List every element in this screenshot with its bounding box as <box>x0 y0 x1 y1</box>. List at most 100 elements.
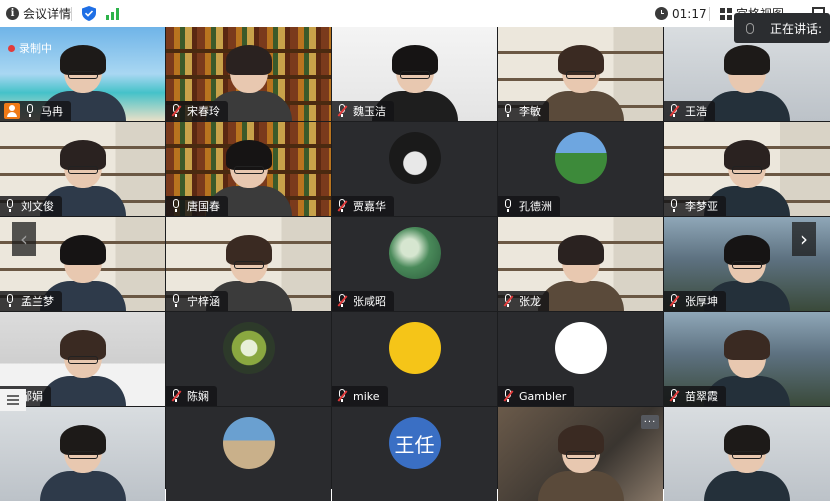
previous-page-button[interactable]: ‹ <box>12 222 36 256</box>
meeting-info-button[interactable]: i 会议详情 <box>6 0 71 27</box>
next-page-button[interactable]: › <box>792 222 816 256</box>
participant-avatar <box>554 132 607 184</box>
participant-tile[interactable] <box>664 407 830 501</box>
microphone-muted-icon <box>170 389 182 403</box>
speaking-label: 正在讲话: <box>770 21 823 36</box>
participant-video <box>39 425 126 501</box>
clock-icon <box>655 7 668 20</box>
more-icon: ··· <box>643 416 657 428</box>
participant-name-tag: Gambler <box>498 386 575 406</box>
recording-badge: 录制中 <box>8 40 52 56</box>
participant-tile[interactable]: 李梦亚 <box>664 122 830 216</box>
participant-tile[interactable]: 贾嘉华 <box>332 122 497 216</box>
security-button[interactable] <box>82 0 96 27</box>
participant-tile[interactable]: 魏玉洁 <box>332 27 497 121</box>
participant-name: 宁梓涵 <box>187 295 220 308</box>
microphone-icon <box>746 22 754 34</box>
participant-name-tag: 贾嘉华 <box>332 196 394 216</box>
participant-name: 孔德洲 <box>519 200 552 213</box>
participant-name: 马冉 <box>41 105 63 118</box>
video-grid: 录制中 马冉 宋春玲 魏玉洁 李敏 王浩 刘文俊 唐国春 贾嘉华 孔德洲 李梦亚 孟兰梦 宁梓涵 张咸昭张… <box>0 27 830 501</box>
microphone-icon <box>502 104 514 118</box>
microphone-icon <box>4 199 16 213</box>
chevron-right-icon: › <box>800 227 808 251</box>
participant-name: 贾嘉华 <box>353 200 386 213</box>
participant-tile[interactable]: 李敏 <box>498 27 663 121</box>
participant-name: 孟兰梦 <box>21 295 54 308</box>
participant-name: 陈娴 <box>187 390 209 403</box>
participant-tile[interactable] <box>0 407 165 501</box>
participant-tile[interactable]: 刘文俊 <box>0 122 165 216</box>
microphone-muted-icon <box>668 104 680 118</box>
signal-icon <box>106 7 119 20</box>
participant-tile[interactable]: 王任 <box>332 407 497 501</box>
microphone-muted-icon <box>502 389 514 403</box>
participant-tile[interactable]: 陈娴 <box>166 312 331 406</box>
participant-name-tag: 魏玉洁 <box>332 101 394 121</box>
shield-icon <box>82 6 96 21</box>
microphone-icon <box>4 294 16 308</box>
member-list-toggle[interactable] <box>0 389 26 411</box>
participant-name: 刘文俊 <box>21 200 54 213</box>
recording-dot-icon <box>8 44 15 52</box>
participant-name: 唐国春 <box>187 200 220 213</box>
participant-name: 张厚坤 <box>685 295 718 308</box>
toolbar-divider <box>709 6 710 21</box>
microphone-muted-icon <box>336 389 348 403</box>
microphone-muted-icon <box>502 294 514 308</box>
participant-name: 魏玉洁 <box>353 105 386 118</box>
participant-name-tag: mike <box>332 386 388 406</box>
participant-tile[interactable]: 宋春玲 <box>166 27 331 121</box>
recording-label: 录制中 <box>19 42 52 55</box>
microphone-muted-icon <box>336 199 348 213</box>
participant-name: 李敏 <box>519 105 541 118</box>
participant-tile[interactable]: Gambler <box>498 312 663 406</box>
microphone-muted-icon <box>336 294 348 308</box>
participant-avatar <box>388 322 441 374</box>
toolbar-divider <box>71 6 72 21</box>
participant-name-tag: 苗翠霞 <box>664 386 726 406</box>
info-icon: i <box>6 7 19 20</box>
participant-name-tag: 宋春玲 <box>166 101 228 121</box>
participant-tile[interactable] <box>166 407 331 501</box>
microphone-muted-icon <box>336 104 348 118</box>
participant-video <box>704 425 790 501</box>
participant-tile[interactable]: 苗翠霞 <box>664 312 830 406</box>
participant-avatar <box>222 417 275 469</box>
participant-video <box>537 235 624 311</box>
network-status[interactable] <box>106 0 119 27</box>
participant-name-tag: 李敏 <box>498 101 549 121</box>
participant-name-tag: 张龙 <box>498 291 549 311</box>
participant-tile[interactable]: 孔德洲 <box>498 122 663 216</box>
participant-tile[interactable]: 宁梓涵 <box>166 217 331 311</box>
chevron-left-icon: ‹ <box>20 227 28 251</box>
participant-name: 宋春玲 <box>187 105 220 118</box>
participant-name-tag: 唐国春 <box>166 196 228 216</box>
participant-name-tag: 张咸昭 <box>332 291 394 311</box>
microphone-muted-icon <box>668 294 680 308</box>
participant-name-tag: 王浩 <box>664 101 715 121</box>
microphone-icon <box>24 104 36 118</box>
more-options-button[interactable]: ··· <box>641 415 659 429</box>
participant-tile[interactable]: mike <box>332 312 497 406</box>
participant-video <box>704 45 790 121</box>
speaking-indicator: 正在讲话: <box>734 13 830 43</box>
participant-tile[interactable]: 张龙 <box>498 217 663 311</box>
participant-name-tag: 孟兰梦 <box>0 291 62 311</box>
menu-icon <box>7 399 19 401</box>
participant-name: 李梦亚 <box>685 200 718 213</box>
participant-tile[interactable]: 张咸昭 <box>332 217 497 311</box>
participant-name: 张龙 <box>519 295 541 308</box>
participant-name-tag: 陈娴 <box>166 386 217 406</box>
participant-name-tag: 孔德洲 <box>498 196 560 216</box>
participant-tile[interactable]: 录制中马冉 <box>0 27 165 121</box>
avatar-initials: 王任 <box>394 432 435 457</box>
participant-name: 张咸昭 <box>353 295 386 308</box>
meeting-time: 01:17 <box>672 6 707 21</box>
participant-tile[interactable] <box>498 407 663 501</box>
microphone-icon <box>668 199 680 213</box>
participant-tile[interactable]: 唐国春 <box>166 122 331 216</box>
participant-video <box>537 425 624 501</box>
participant-name-tag: 张厚坤 <box>664 291 726 311</box>
microphone-icon <box>170 294 182 308</box>
